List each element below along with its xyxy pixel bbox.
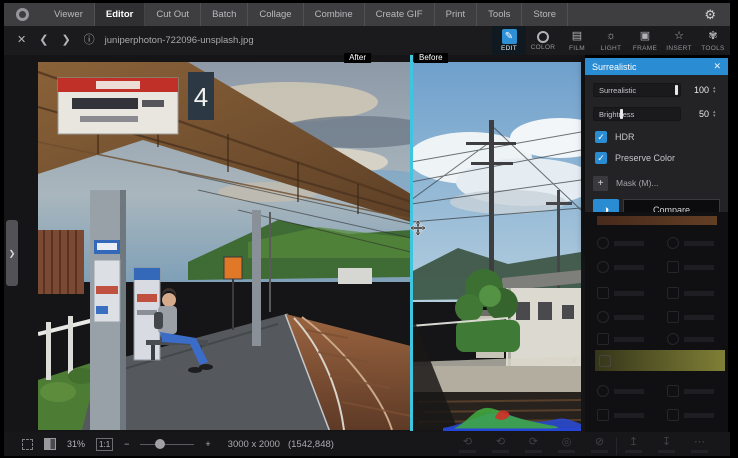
before-label: Before — [414, 53, 448, 63]
panel-close-icon[interactable]: ✕ — [713, 61, 721, 72]
menu-viewer[interactable]: Viewer — [43, 3, 95, 26]
before-after-divider[interactable] — [410, 55, 413, 431]
left-panel-toggle[interactable]: ❯ — [6, 220, 18, 286]
tab-frame[interactable]: ▣ FRAME — [628, 26, 662, 55]
photo-after-side: 4 — [38, 62, 438, 430]
app-logo-icon[interactable] — [16, 8, 29, 21]
menu-collage[interactable]: Collage — [248, 3, 303, 26]
tab-light[interactable]: ☼ LIGHT — [594, 26, 628, 55]
zoom-out-button[interactable]: − — [124, 439, 129, 449]
filename-label: juniperphoton-722096-unsplash.jpg — [105, 35, 254, 46]
photo-canvas[interactable]: 4 — [38, 62, 581, 430]
zoom-percent-label: 31% — [67, 439, 85, 449]
tab-tools[interactable]: ✾ TOOLS — [696, 26, 730, 55]
menu-creategif[interactable]: Create GIF — [365, 3, 435, 26]
frame-icon: ▣ — [638, 29, 653, 44]
selection-tool-icon[interactable] — [22, 439, 33, 450]
mask-row: + Mask (M)... — [593, 175, 720, 191]
surrealistic-slider[interactable]: Surrealistic — [593, 83, 681, 97]
surrealistic-value[interactable]: 100 — [683, 85, 709, 95]
hdr-checkbox[interactable]: ✓ — [595, 131, 607, 143]
preserve-color-checkbox-row: ✓ Preserve Color — [595, 151, 720, 165]
mask-add-button[interactable]: + — [593, 176, 608, 191]
menu-tools[interactable]: Tools — [477, 3, 522, 26]
settings-gear-icon[interactable]: ⚙ — [704, 3, 716, 26]
light-icon: ☼ — [604, 29, 619, 44]
menu-print[interactable]: Print — [435, 3, 478, 26]
slider-knob[interactable] — [675, 85, 678, 95]
redo-icon: ⟳ — [517, 434, 550, 453]
photo-before-side — [408, 62, 581, 430]
menu-store[interactable]: Store — [522, 3, 568, 26]
platform-number: 4 — [194, 82, 208, 112]
save-icon: ↧ — [650, 434, 683, 453]
menubar: Viewer Editor Cut Out Batch Collage Comb… — [4, 3, 730, 26]
menu-editor[interactable]: Editor — [95, 3, 145, 26]
image-size-label: 3000 x 2000 (1542,848) — [228, 439, 334, 450]
insert-icon: ☆ — [672, 29, 687, 44]
undo-icon: ⟲ — [484, 434, 517, 453]
brightness-slider[interactable]: Brightness — [593, 107, 681, 121]
surrealistic-slider-row: Surrealistic 100 ▴▾ — [593, 82, 720, 98]
more-icon: ⋯ — [683, 434, 716, 453]
brightness-stepper[interactable]: ▴▾ — [713, 110, 716, 118]
next-file-icon[interactable]: ❯ — [61, 26, 70, 55]
prev-file-icon[interactable]: ❮ — [39, 26, 48, 55]
filebar: ✕ ❮ ❯ ⓘ juniperphoton-722096-unsplash.jp… — [4, 26, 730, 55]
history-toolbar-dimmed: ⟲ ⟲ ⟳ ◎ ⊘ ↥ ↧ ⋯ — [451, 434, 730, 455]
menu-cutout[interactable]: Cut Out — [145, 3, 201, 26]
info-icon[interactable]: ⓘ — [84, 26, 95, 55]
brightness-slider-row: Brightness 50 ▴▾ — [593, 106, 720, 122]
mask-label: Mask (M)... — [616, 178, 659, 188]
slider-knob[interactable] — [620, 109, 623, 119]
tab-color[interactable]: COLOR — [526, 26, 560, 55]
filter-selected-row — [595, 350, 725, 371]
zoom-one-to-one-button[interactable]: 1:1 — [96, 438, 113, 451]
canvas-marker-close-icon[interactable]: × — [571, 356, 577, 367]
tools-icon: ✾ — [706, 29, 721, 44]
zoom-slider-knob[interactable] — [155, 439, 165, 449]
export-icon: ↥ — [617, 434, 650, 453]
close-file-icon[interactable]: ✕ — [17, 26, 26, 55]
reset-icon: ⟲ — [451, 434, 484, 453]
tab-insert[interactable]: ☆ INSERT — [662, 26, 696, 55]
menu-batch[interactable]: Batch — [201, 3, 248, 26]
tab-film[interactable]: ▤ FILM — [560, 26, 594, 55]
move-cursor-icon — [410, 220, 426, 236]
original-icon: ◎ — [550, 434, 583, 453]
app-window: Viewer Editor Cut Out Batch Collage Comb… — [0, 0, 738, 458]
zoom-slider[interactable] — [140, 438, 194, 450]
preserve-color-checkbox[interactable]: ✓ — [595, 152, 607, 164]
background-swatch-icon[interactable] — [44, 438, 56, 450]
film-icon: ▤ — [570, 29, 585, 44]
menu-combine[interactable]: Combine — [304, 3, 365, 26]
statusbar: 31% 1:1 − + 3000 x 2000 (1542,848) ⟲ ⟲ ⟳… — [4, 432, 730, 456]
history-icon: ⊘ — [583, 434, 616, 453]
brightness-value[interactable]: 50 — [683, 109, 709, 119]
panel-title: Surrealistic — [592, 62, 713, 72]
tool-tabs: ✎ EDIT COLOR ▤ FILM ☼ LIGHT ▣ FRAME ☆ IN… — [492, 26, 730, 55]
after-label: After — [344, 53, 371, 63]
histogram — [443, 401, 581, 431]
filter-list-dimmed — [585, 212, 728, 432]
hdr-checkbox-row: ✓ HDR — [595, 130, 720, 144]
panel-header: Surrealistic ✕ — [585, 58, 728, 75]
color-icon — [537, 31, 549, 43]
tab-edit[interactable]: ✎ EDIT — [492, 26, 526, 55]
surrealistic-stepper[interactable]: ▴▾ — [713, 86, 716, 94]
filter-thumb-strip — [597, 216, 717, 225]
zoom-in-button[interactable]: + — [205, 439, 210, 449]
edit-icon: ✎ — [502, 29, 517, 44]
